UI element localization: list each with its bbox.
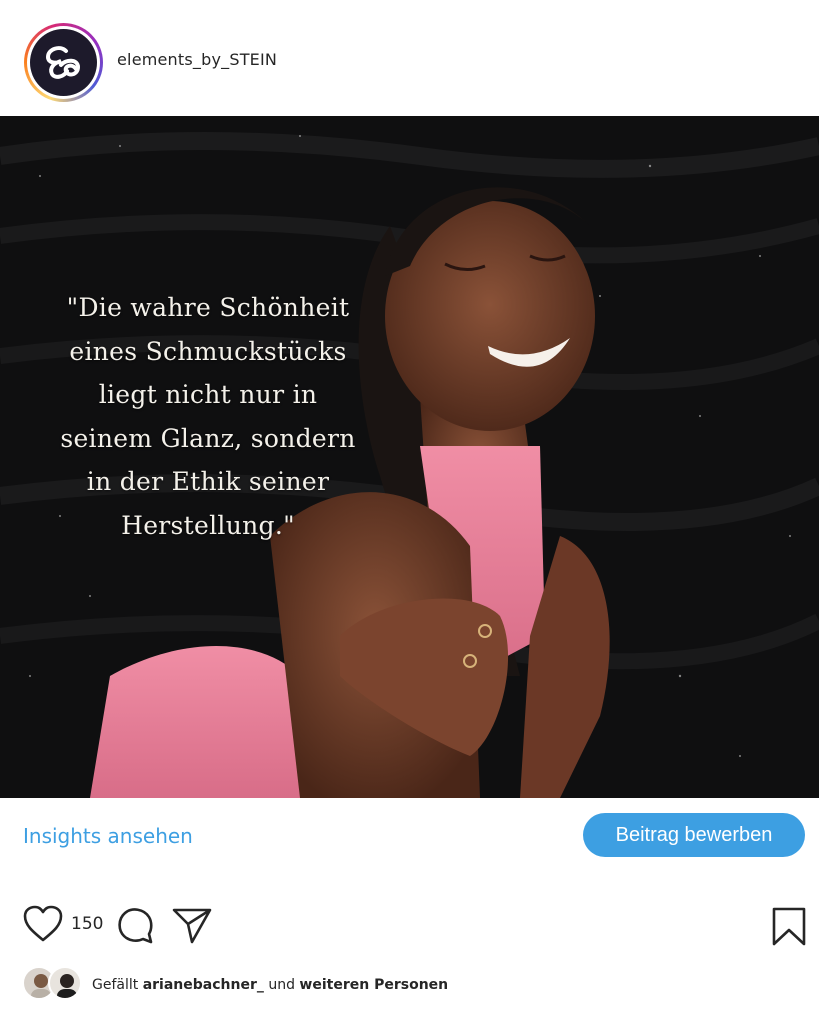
promote-post-button[interactable]: Beitrag bewerben (583, 813, 805, 857)
comment-icon[interactable] (114, 904, 156, 946)
username[interactable]: elements_by_STEIN (117, 50, 277, 69)
post-header: elements_by_STEIN (0, 0, 819, 116)
liked-user-link[interactable]: arianebachner_ (143, 977, 264, 993)
liked-middle: und (268, 977, 295, 993)
avatar (48, 966, 82, 1000)
liked-by-avatars[interactable] (22, 966, 84, 1004)
post-image[interactable]: "Die wahre Schönheit eines Schmuckstücks… (0, 116, 819, 798)
liked-prefix: Gefällt (92, 977, 139, 993)
liked-by-text: Gefällt arianebachner_ und weiteren Pers… (92, 977, 448, 993)
bookmark-icon[interactable] (770, 906, 808, 948)
insights-link[interactable]: Insights ansehen (23, 824, 193, 848)
heart-icon[interactable] (22, 904, 64, 944)
quote-text: "Die wahre Schönheit eines Schmuckstücks… (60, 293, 356, 540)
liked-others-link[interactable]: weiteren Personen (299, 977, 448, 993)
share-icon[interactable] (170, 904, 214, 946)
likes-count[interactable]: 150 (71, 914, 103, 934)
profile-avatar[interactable] (24, 23, 103, 102)
brand-logo-icon (45, 46, 81, 79)
